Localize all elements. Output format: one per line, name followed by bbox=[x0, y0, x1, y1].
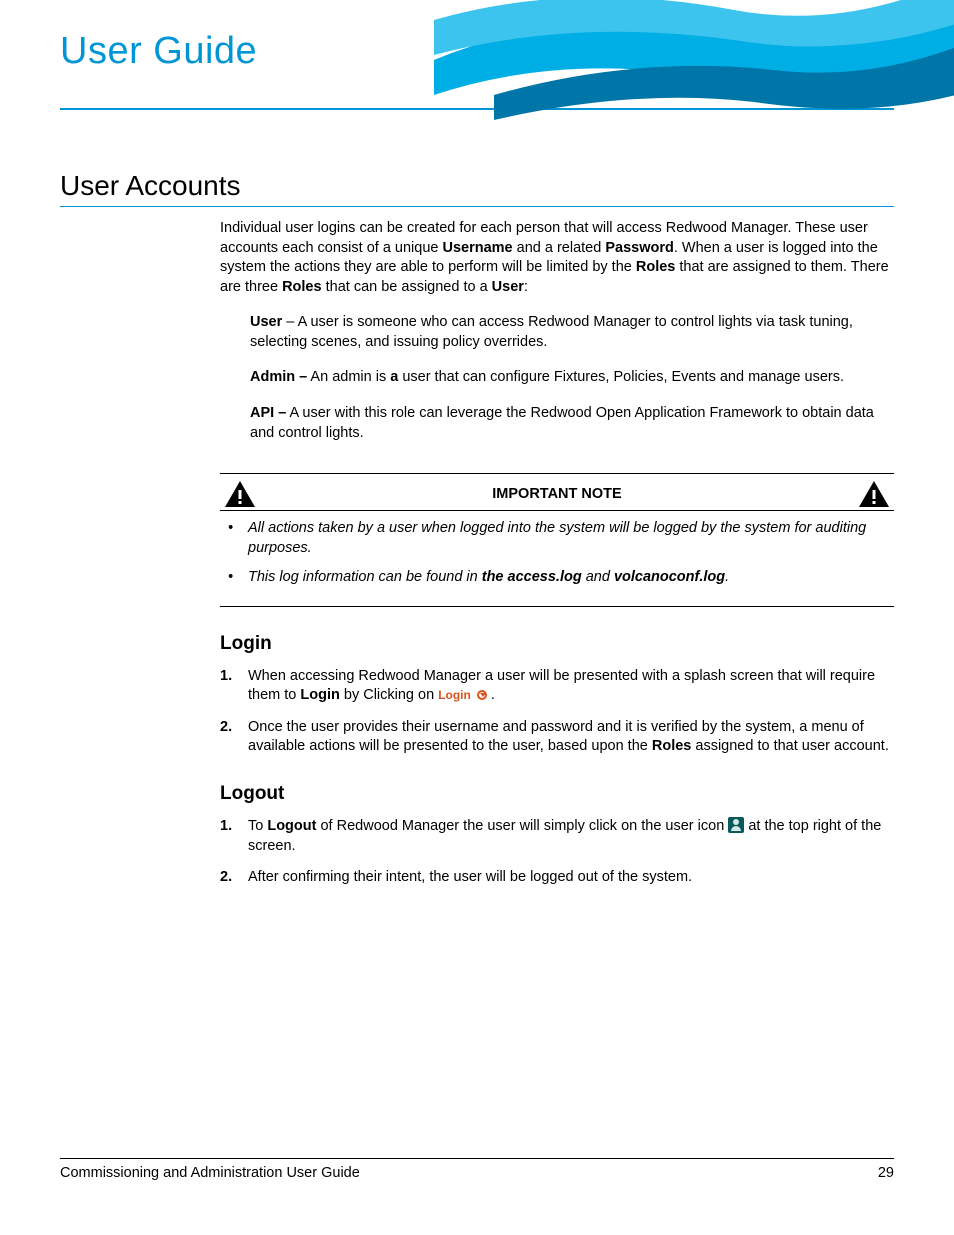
user-icon bbox=[728, 817, 744, 833]
decorative-swoosh bbox=[434, 0, 954, 140]
step-body: To Logout of Redwood Manager the user wi… bbox=[248, 817, 894, 856]
page-header: User Guide bbox=[60, 30, 894, 110]
step-number: 1. bbox=[220, 817, 248, 856]
page-footer: Commissioning and Administration User Gu… bbox=[60, 1158, 894, 1181]
text: This log information can be found in bbox=[248, 569, 482, 585]
role-text: – A user is someone who can access Redwo… bbox=[250, 314, 853, 350]
important-note-box: IMPORTANT NOTE All actions taken by a us… bbox=[220, 473, 894, 607]
warning-icon bbox=[224, 480, 256, 508]
role-label: Admin – bbox=[250, 369, 307, 385]
note-title: IMPORTANT NOTE bbox=[256, 486, 858, 502]
role-api: API – A user with this role can leverage… bbox=[220, 404, 894, 443]
login-step-2: 2. Once the user provides their username… bbox=[220, 718, 894, 757]
text: and a related bbox=[513, 240, 606, 256]
text: assigned to that user account. bbox=[691, 738, 889, 754]
step-body: After confirming their intent, the user … bbox=[248, 868, 894, 888]
role-label: API – bbox=[250, 405, 286, 421]
step-number: 2. bbox=[220, 718, 248, 757]
content-column: Individual user logins can be created fo… bbox=[60, 219, 894, 888]
bold-login: Login bbox=[300, 687, 339, 703]
role-user: User – A user is someone who can access … bbox=[220, 313, 894, 352]
step-body: When accessing Redwood Manager a user wi… bbox=[248, 667, 894, 706]
logout-heading: Logout bbox=[220, 783, 894, 805]
bold-accesslog: the access.log bbox=[482, 569, 582, 585]
role-text: A user with this role can leverage the R… bbox=[250, 405, 874, 441]
role-label: User bbox=[250, 314, 282, 330]
note-bullet: All actions taken by a user when logged … bbox=[220, 519, 894, 558]
role-text: user that can configure Fixtures, Polici… bbox=[398, 369, 844, 385]
bold-username: Username bbox=[442, 240, 512, 256]
role-admin: Admin – An admin is a user that can conf… bbox=[220, 368, 894, 388]
page-number: 29 bbox=[878, 1165, 894, 1181]
note-header: IMPORTANT NOTE bbox=[220, 474, 894, 511]
bold-password: Password bbox=[605, 240, 674, 256]
text: of Redwood Manager the user will simply … bbox=[316, 818, 728, 834]
step-body: Once the user provides their username an… bbox=[248, 718, 894, 757]
role-text: An admin is bbox=[307, 369, 390, 385]
note-body: All actions taken by a user when logged … bbox=[220, 511, 894, 606]
doc-title: User Guide bbox=[60, 30, 257, 73]
bold-roles: Roles bbox=[636, 259, 676, 275]
login-dropdown-icon bbox=[477, 690, 487, 700]
text: . bbox=[487, 687, 495, 703]
step-number: 2. bbox=[220, 868, 248, 888]
login-heading: Login bbox=[220, 633, 894, 655]
bold-logout: Logout bbox=[267, 818, 316, 834]
step-number: 1. bbox=[220, 667, 248, 706]
note-bullet: This log information can be found in the… bbox=[220, 568, 894, 588]
login-button-label: Login bbox=[438, 688, 471, 702]
text: and bbox=[582, 569, 614, 585]
logout-step-2: 2. After confirming their intent, the us… bbox=[220, 868, 894, 888]
text: : bbox=[524, 279, 528, 295]
intro-paragraph: Individual user logins can be created fo… bbox=[220, 219, 894, 297]
bold-roles: Roles bbox=[652, 738, 692, 754]
text: that can be assigned to a bbox=[322, 279, 492, 295]
bold-roles-2: Roles bbox=[282, 279, 322, 295]
footer-title: Commissioning and Administration User Gu… bbox=[60, 1165, 360, 1181]
section-title: User Accounts bbox=[60, 170, 894, 207]
logout-step-1: 1. To Logout of Redwood Manager the user… bbox=[220, 817, 894, 856]
bold-volcanolog: volcanoconf.log bbox=[614, 569, 725, 585]
bold-user: User bbox=[492, 279, 524, 295]
login-step-1: 1. When accessing Redwood Manager a user… bbox=[220, 667, 894, 706]
text: by Clicking on bbox=[340, 687, 438, 703]
warning-icon bbox=[858, 480, 890, 508]
text: To bbox=[248, 818, 267, 834]
text: . bbox=[725, 569, 729, 585]
page: User Guide User Accounts Individual user… bbox=[0, 0, 954, 1235]
